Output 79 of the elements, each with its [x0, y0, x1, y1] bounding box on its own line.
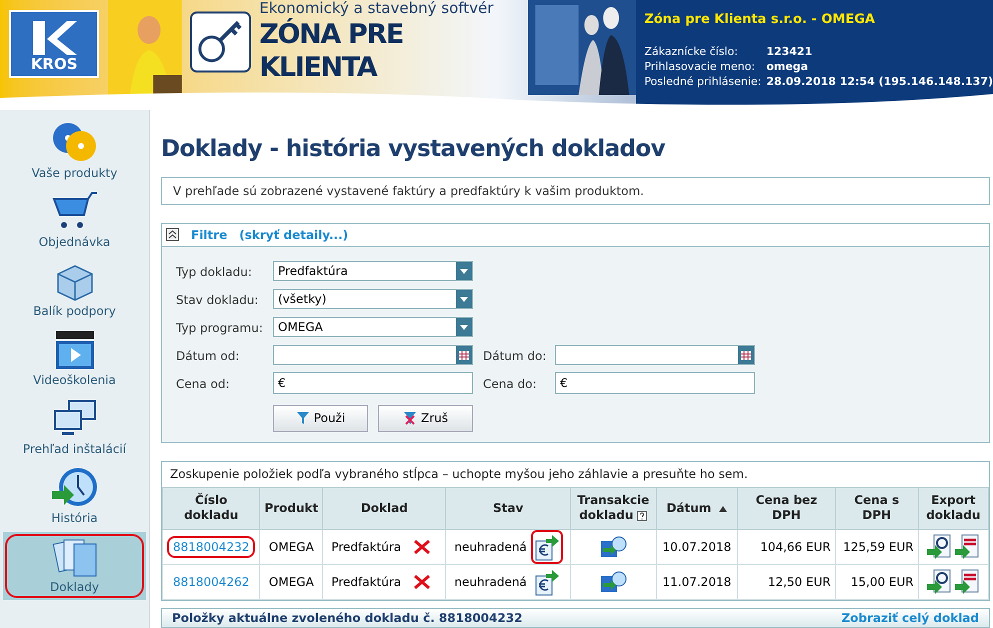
field-label: Cena od:: [176, 376, 230, 391]
field-label: Dátum do:: [483, 348, 546, 363]
kros-logo[interactable]: KROS: [9, 10, 100, 78]
column-header[interactable]: Cena bez DPH: [738, 487, 836, 530]
column-header[interactable]: Produkt: [260, 487, 323, 530]
field-label: Stav dokladu:: [176, 292, 258, 307]
sidebar-item[interactable]: Objednávka: [3, 187, 146, 255]
column-header[interactable]: Dátum: [656, 487, 738, 530]
apply-button[interactable]: Použi: [273, 404, 368, 432]
field-label: Typ dokladu:: [176, 264, 252, 279]
calendar-icon: [738, 346, 754, 364]
dropdown-field[interactable]: OMEGA: [273, 316, 473, 337]
page-title: Doklady - história vystavených dokladov: [161, 135, 666, 164]
sidebar-item[interactable]: Balík podpory: [3, 256, 146, 324]
pdf-export-icon[interactable]: [954, 534, 980, 560]
sidebar-item[interactable]: Videoškolenia: [3, 325, 146, 393]
filter-icon: [296, 411, 310, 426]
column-header[interactable]: Doklad: [322, 487, 446, 530]
email-export-icon[interactable]: [926, 568, 952, 595]
table-cell: 125,59 EUR: [835, 529, 918, 564]
calendar-icon: [456, 346, 472, 364]
clock-icon: [50, 465, 100, 509]
table-cell-text: neuhradená: [454, 538, 527, 556]
column-header[interactable]: Transakcie dokladu: [570, 487, 656, 530]
table-cell: 11.07.2018: [656, 564, 738, 600]
table-cell: 10.07.2018: [656, 529, 738, 564]
price-field[interactable]: €: [555, 372, 755, 394]
column-header[interactable]: Stav: [446, 487, 571, 530]
company-name: Zóna pre Klienta s.r.o. - OMEGA: [644, 11, 876, 29]
table-cell: OMEGA: [260, 529, 323, 564]
chevron-up-icon: [168, 230, 177, 240]
column-header[interactable]: Číslo dokladu: [162, 487, 260, 530]
cancel-icon[interactable]: [413, 538, 432, 555]
column-header[interactable]: Export dokladu: [918, 487, 988, 530]
sidebar-item[interactable]: História: [3, 463, 146, 531]
document-number-link[interactable]: 8818004232: [167, 536, 256, 558]
info-label: Posledné prihlásenie:: [644, 74, 762, 88]
date-field[interactable]: [555, 344, 755, 365]
column-header[interactable]: Cena s DPH: [835, 487, 918, 530]
detail-title: Položky aktuálne zvoleného dokladu č. 8818004232: [172, 610, 522, 627]
email-export-icon[interactable]: [926, 534, 952, 560]
table-cell: 15,00 EUR: [835, 564, 918, 600]
pdf-export-icon[interactable]: [954, 568, 980, 595]
info-box: V prehľade sú zobrazené vystavené faktúry a predfaktúry k vašim produktom.: [161, 176, 990, 205]
dropdown-field[interactable]: (všetky): [273, 288, 473, 309]
field-label: Dátum od:: [176, 348, 240, 363]
filter-title: Filtre: [191, 226, 228, 244]
clear-button[interactable]: Zruš: [378, 404, 473, 432]
dropdown-field[interactable]: Predfaktúra: [273, 260, 473, 281]
filter-icon: [402, 411, 417, 426]
table-cell-text: Predfaktúra: [331, 574, 402, 591]
price-field[interactable]: €: [273, 372, 473, 394]
field-label: Typ programu:: [176, 320, 263, 335]
cancel-icon[interactable]: [413, 574, 432, 590]
sidebar-item[interactable]: Vaše produkty: [3, 118, 146, 186]
help-icon[interactable]: [637, 511, 648, 522]
key-logo-icon: [190, 11, 252, 73]
toggle-details-link[interactable]: (skryť detaily...): [239, 226, 348, 244]
transactions-icon[interactable]: [599, 534, 628, 559]
product-name: ZÓNA PRE KLIENTA: [259, 18, 404, 86]
table-cell-text: neuhradená: [454, 574, 527, 591]
group-hint: Zoskupenie položiek podľa vybraného stĺpca – uchopte myšou jeho záhlavie a presuňte ho sem.: [169, 466, 749, 484]
info-value: 123421: [766, 44, 812, 58]
info-value: 28.09.2018 12:54 (195.146.148.137): [766, 74, 993, 88]
info-label: Zákaznícke číslo:: [644, 44, 739, 58]
table-cell: 12,50 EUR: [738, 564, 836, 600]
transactions-icon[interactable]: [599, 570, 628, 594]
field-label: Cena do:: [483, 376, 537, 391]
date-field[interactable]: [273, 344, 473, 365]
sidebar-item[interactable]: Prehľad inštalácií: [3, 394, 146, 462]
tagline: Ekonomický a stavebný softvér: [259, 0, 494, 18]
table-cell: 104,66 EUR: [738, 529, 836, 564]
table-cell-text: Predfaktúra: [331, 538, 402, 556]
collapse-button[interactable]: [166, 228, 179, 242]
info-label: Prihlasovacie meno:: [644, 58, 756, 74]
info-value: omega: [766, 58, 808, 74]
sort-ascending-icon: [719, 506, 728, 512]
table-cell: OMEGA: [260, 564, 323, 600]
sidebar-item[interactable]: Doklady: [3, 532, 146, 600]
